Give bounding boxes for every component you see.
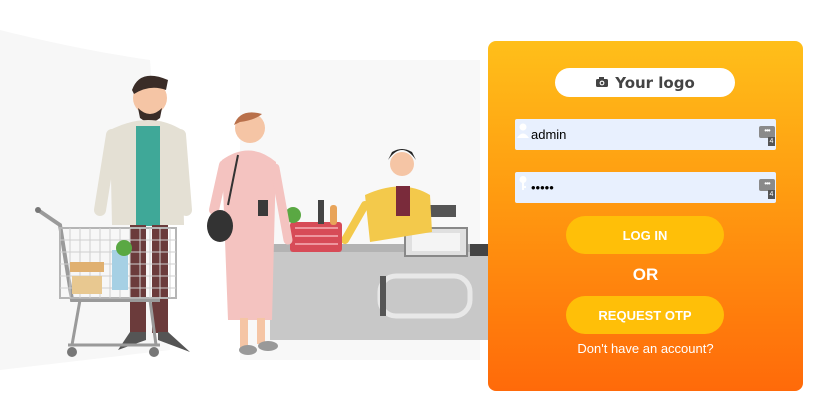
- signup-link[interactable]: Don't have an account?: [488, 341, 803, 356]
- checkout-counter: [270, 244, 490, 340]
- username-input[interactable]: [531, 119, 751, 150]
- key-icon: [519, 176, 527, 190]
- password-input[interactable]: [531, 172, 751, 203]
- logo: Your logo: [555, 68, 735, 97]
- request-otp-button[interactable]: REQUEST OTP: [566, 296, 724, 334]
- user-icon: [517, 123, 529, 138]
- password-manager-badge: 4: [768, 137, 775, 146]
- login-button[interactable]: LOG IN: [566, 216, 724, 254]
- password-manager-badge: 4: [768, 190, 775, 199]
- shopping-illustration: [0, 30, 490, 370]
- username-field[interactable]: ••• 4: [515, 119, 776, 150]
- logo-text: Your logo: [615, 73, 695, 92]
- login-card: Your logo ••• 4 ••• 4 LOG IN OR REQUEST …: [488, 41, 803, 391]
- camera-icon: [595, 74, 609, 92]
- or-divider: OR: [632, 265, 659, 284]
- password-field[interactable]: ••• 4: [515, 172, 776, 203]
